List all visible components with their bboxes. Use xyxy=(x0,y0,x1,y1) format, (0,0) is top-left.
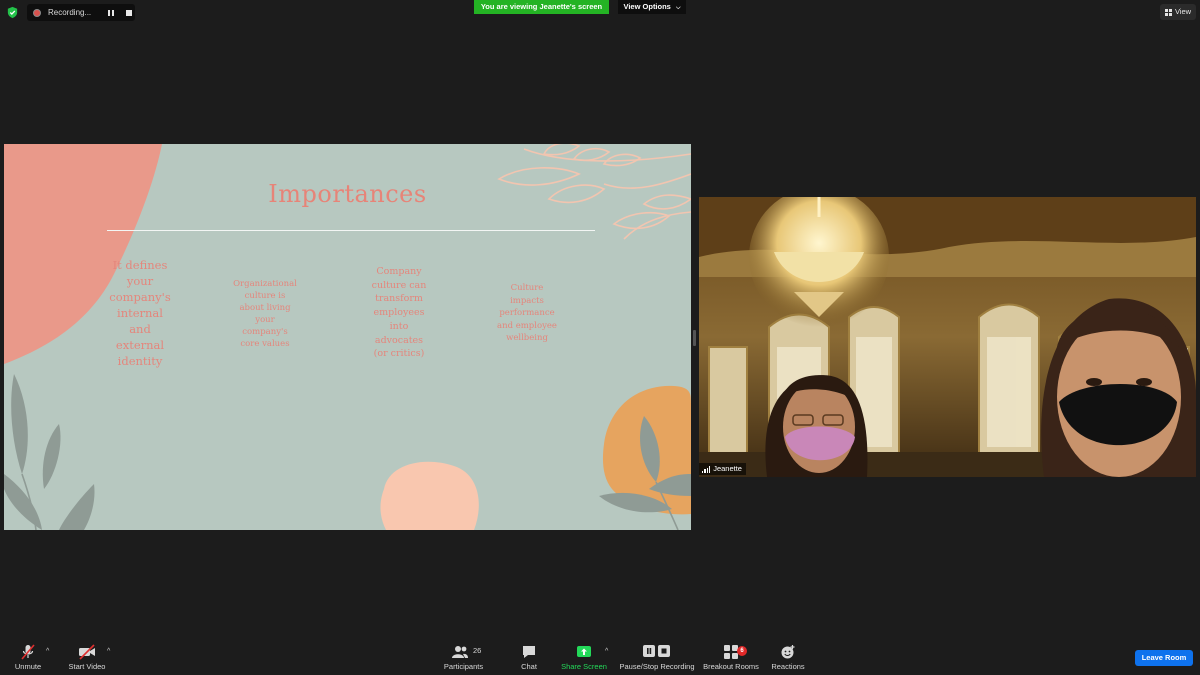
slide-point-identity: It defines your company's internal and extern… xyxy=(109,258,171,368)
participants-count: 26 xyxy=(473,646,482,655)
participant-video[interactable]: Jeanette xyxy=(699,197,1196,477)
share-screen-label: Share Screen xyxy=(561,662,607,671)
view-button[interactable]: View xyxy=(1160,4,1196,20)
participant-name: Jeanette xyxy=(713,464,742,473)
breakout-rooms-badge: 6 xyxy=(737,646,747,656)
pause-stop-recording-label: Pause/Stop Recording xyxy=(619,662,695,671)
participants-label: Participants xyxy=(443,662,484,671)
signal-strength-icon xyxy=(702,465,711,473)
shared-screen-slide: Importances It defines your company's inter… xyxy=(4,144,691,530)
recording-status-text: Recording... xyxy=(48,8,92,17)
breakout-rooms-label: Breakout Rooms xyxy=(703,662,759,671)
split-view-handle[interactable] xyxy=(693,330,696,346)
video-feed-image xyxy=(699,197,1196,477)
participants-icon xyxy=(451,646,468,658)
pause-stop-icon xyxy=(643,645,670,657)
slide-title: Importances xyxy=(268,180,427,208)
stop-recording-icon[interactable] xyxy=(126,9,132,16)
chat-label: Chat xyxy=(521,662,537,671)
audio-options-caret-icon[interactable]: ^ xyxy=(46,648,49,655)
view-options-button[interactable]: View Options ⌵ xyxy=(618,0,686,14)
share-screen-icon xyxy=(577,646,591,657)
pause-recording-icon[interactable] xyxy=(108,9,114,16)
reactions-label: Reactions xyxy=(771,662,805,671)
slide-point-advocates: Company culture can transform employees into… xyxy=(371,266,427,360)
reactions-smiley-icon xyxy=(781,645,795,659)
video-off-icon xyxy=(79,644,95,660)
slide-point-core-values: Organizational culture is about living your… xyxy=(233,279,297,349)
slide-divider xyxy=(107,230,595,231)
viewing-screen-banner: You are viewing Jeanette's screen xyxy=(474,0,609,14)
unmute-label: Unmute xyxy=(14,662,42,671)
slide-point-performance: Culture impacts performance and employee wel… xyxy=(497,283,557,344)
muted-microphone-icon xyxy=(21,644,35,660)
view-button-label: View xyxy=(1174,7,1192,16)
start-video-label: Start Video xyxy=(68,662,106,671)
leave-room-button[interactable]: Leave Room xyxy=(1135,650,1193,666)
participant-name-tag: Jeanette xyxy=(699,463,746,475)
chat-icon xyxy=(523,646,535,658)
recording-indicator: Recording... xyxy=(27,4,135,21)
video-options-caret-icon[interactable]: ^ xyxy=(107,648,110,655)
share-options-caret-icon[interactable]: ^ xyxy=(605,648,608,655)
encryption-shield-icon[interactable] xyxy=(6,6,19,19)
grid-view-icon xyxy=(1164,8,1172,16)
chevron-down-icon: ⌵ xyxy=(675,5,681,11)
view-options-label: View Options xyxy=(623,2,671,11)
recording-dot-icon xyxy=(33,8,41,17)
